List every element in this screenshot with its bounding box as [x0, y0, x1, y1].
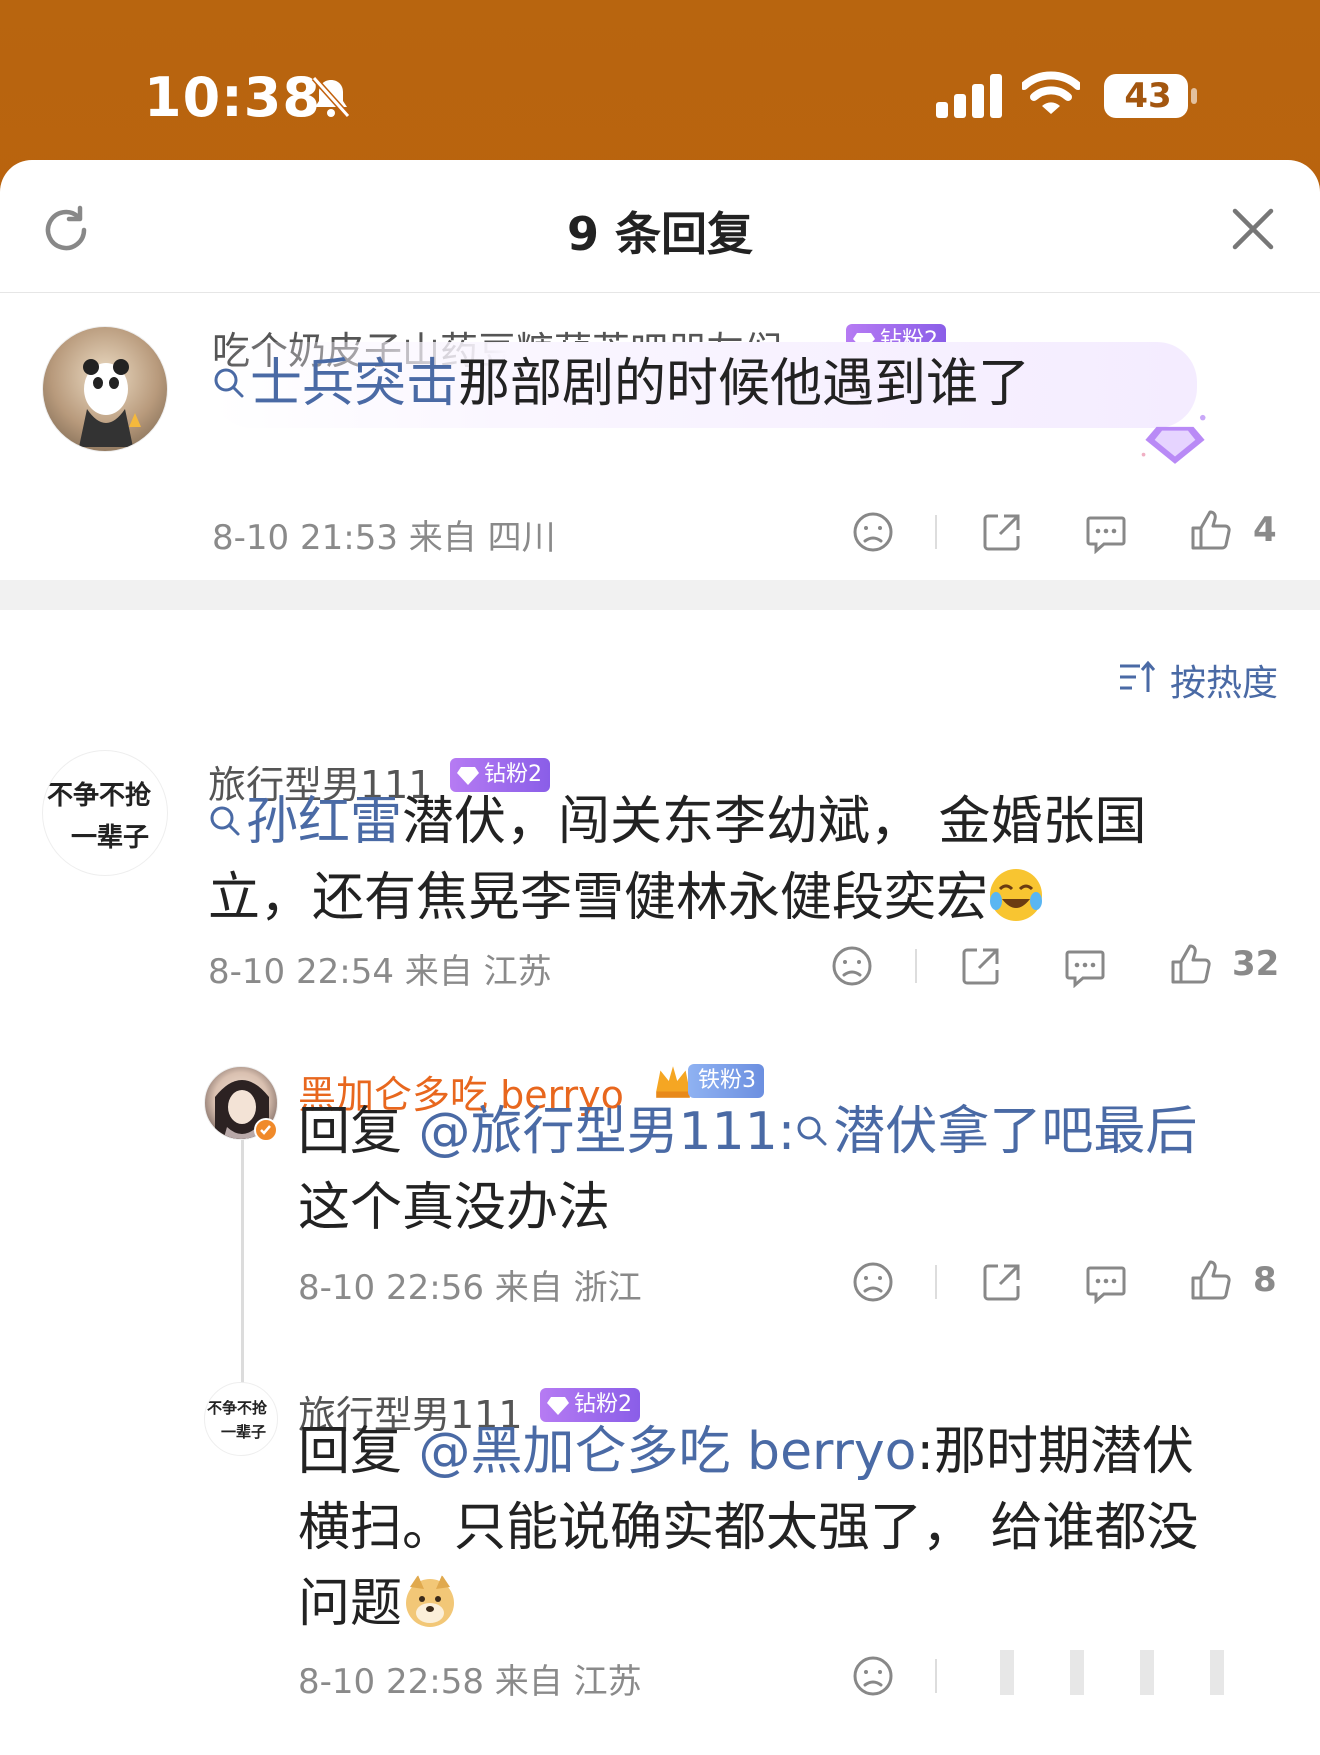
like-count: 32	[1232, 944, 1280, 984]
avatar[interactable]: 不争不抢 一辈子	[42, 750, 168, 876]
reply-prefix: 回复	[298, 1422, 419, 1482]
comment-text: 立，还有焦晃李雪健林永健段奕宏	[208, 868, 989, 928]
search-icon	[797, 1116, 827, 1146]
topic-link[interactable]: 孙红雷	[246, 792, 402, 852]
fan-badge: 铁粉3	[688, 1064, 764, 1098]
sheet-title: 9 条回复	[566, 207, 754, 261]
share-icon[interactable]	[980, 510, 1024, 554]
like-icon[interactable]	[1189, 508, 1233, 552]
avatar-text: 一辈子	[221, 1423, 267, 1441]
topic-link[interactable]: 士兵突击	[250, 354, 458, 414]
comment-icon[interactable]	[1084, 510, 1128, 554]
avatar-text: 不争不抢	[47, 781, 152, 811]
comment-line: 横扫。只能说确实都太强了， 给谁都没	[298, 1498, 1199, 1558]
bell-muted-icon	[311, 75, 351, 119]
avatar[interactable]	[42, 326, 168, 452]
search-icon	[210, 806, 240, 836]
dislike-icon[interactable]	[851, 1260, 895, 1304]
comment-icon[interactable]	[1063, 944, 1107, 988]
comment-meta: 8-10 21:53 来自 四川	[212, 518, 556, 558]
watermark	[1000, 1650, 1280, 1695]
replies-sheet: 9 条回复 吃个奶皮子山药豆糖葫芦吧朋友们 钻粉2	[0, 160, 1320, 1755]
like-count: 8	[1253, 1260, 1277, 1300]
comment-icon[interactable]	[1084, 1260, 1128, 1304]
like-icon[interactable]	[1169, 942, 1213, 986]
avatar-text: 不争不抢	[207, 1399, 268, 1417]
status-time: 10:38	[144, 66, 321, 129]
verified-icon	[254, 1118, 278, 1142]
mention-link[interactable]: @旅行型男111:	[419, 1102, 796, 1162]
diamond-icon	[547, 1397, 569, 1415]
sort-icon[interactable]	[1118, 658, 1156, 696]
close-icon[interactable]	[1230, 206, 1276, 252]
signal-icon	[936, 74, 1002, 118]
reply-body: 回复 @黑加仑多吃 berryo:那时期潜伏 横扫。只能说确实都太强了， 给谁都…	[298, 1414, 1288, 1642]
reply-prefix: 回复	[298, 1102, 419, 1162]
dislike-icon[interactable]	[851, 1654, 895, 1698]
share-icon[interactable]	[980, 1260, 1024, 1304]
sort-label: 按热度	[1170, 663, 1279, 704]
status-bar: 10:38 43	[0, 0, 1320, 160]
like-icon[interactable]	[1189, 1258, 1233, 1302]
comment-text: 那部剧的时候他遇到谁了	[458, 354, 1031, 414]
divider	[935, 1659, 937, 1693]
comment-line: 问题	[298, 1566, 1288, 1642]
comment-line: 回复 @黑加仑多吃 berryo:那时期潜伏	[298, 1414, 1288, 1490]
dislike-icon[interactable]	[851, 510, 895, 554]
mention-link[interactable]: @黑加仑多吃 berryo	[419, 1422, 917, 1482]
comment-line: 回复 @旅行型男111: 潜伏拿了吧最后	[298, 1094, 1288, 1170]
avatar[interactable]: 不争不抢 一辈子	[204, 1382, 278, 1456]
reply-body: 回复 @旅行型男111: 潜伏拿了吧最后 这个真没办法	[298, 1094, 1288, 1246]
wifi-icon	[1022, 71, 1080, 114]
comment-meta: 8-10 22:56 来自 浙江	[298, 1268, 642, 1308]
laughing-crying-emoji	[990, 869, 1043, 921]
panda-avatar-image	[79, 359, 141, 447]
section-divider	[0, 580, 1320, 610]
battery-level: 43	[1124, 76, 1172, 116]
avatar-text: 一辈子	[71, 823, 150, 853]
topic-link[interactable]: 潜伏拿了吧最后	[833, 1102, 1197, 1162]
badge-label: 铁粉3	[698, 1068, 756, 1093]
sheet-header: 9 条回复	[0, 160, 1320, 293]
sort-by-hot[interactable]: 按热度	[1170, 654, 1278, 706]
dislike-icon[interactable]	[830, 944, 874, 988]
comment-text: 问题	[298, 1574, 403, 1634]
doge-emoji	[406, 1575, 455, 1627]
search-icon	[214, 368, 244, 398]
comment-text: 潜伏，闯关东李幼斌， 金婚张国	[402, 792, 1147, 852]
share-icon[interactable]	[959, 944, 1003, 988]
comment-body: 士兵突击那部剧的时候他遇到谁了	[212, 346, 1212, 422]
comment-meta: 8-10 22:54 来自 江苏	[208, 952, 552, 992]
comment-line: 孙红雷潜伏，闯关东李幼斌， 金婚张国	[208, 784, 1288, 860]
diamond-icon	[457, 767, 479, 785]
comment-line: 这个真没办法	[298, 1178, 611, 1238]
like-count: 4	[1253, 510, 1277, 550]
divider	[935, 515, 937, 549]
comment-line: 立，还有焦晃李雪健林永健段奕宏	[208, 860, 1288, 936]
divider	[915, 949, 917, 983]
divider	[935, 1265, 937, 1299]
comment-body: 孙红雷潜伏，闯关东李幼斌， 金婚张国 立，还有焦晃李雪健林永健段奕宏	[208, 784, 1288, 936]
comment-meta: 8-10 22:58 来自 江苏	[298, 1662, 642, 1702]
comment-text: :那时期潜伏	[916, 1422, 1195, 1482]
